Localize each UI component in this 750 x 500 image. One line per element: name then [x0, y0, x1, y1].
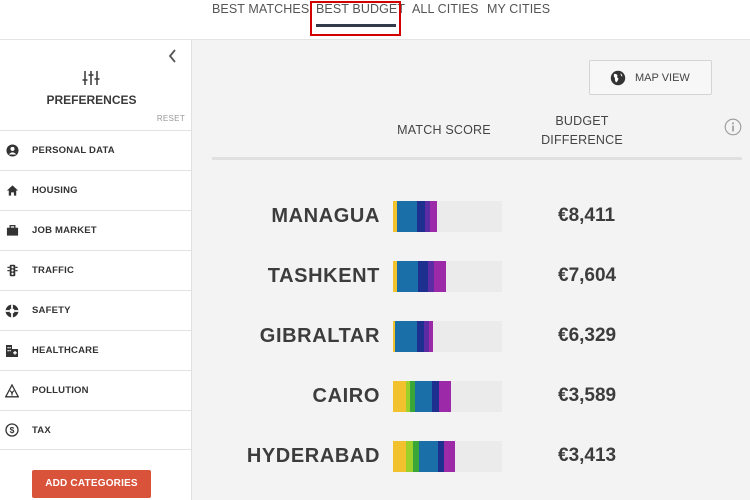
score-segment [438, 381, 451, 412]
budget-difference-value: €3,413 [558, 445, 617, 466]
budget-header-line2: DIFFERENCE [541, 133, 623, 147]
preferences-title: PREFERENCES [46, 93, 137, 107]
budget-difference-value: €7,604 [558, 265, 617, 286]
match-score-bar [393, 441, 502, 472]
city-row[interactable]: TASHKENT €7,604 [212, 261, 742, 301]
tab-my-cities[interactable]: MY CITIES [487, 0, 550, 38]
sidebar-item-label: SAFETY [32, 305, 71, 316]
active-tab-indicator [316, 24, 396, 27]
score-segment [428, 321, 434, 352]
budget-difference-header: BUDGET DIFFERENCE [527, 112, 637, 150]
match-score-header: MATCH SCORE [397, 123, 491, 137]
match-score-bar [393, 321, 502, 352]
city-row[interactable]: GIBRALTAR €6,329 [212, 321, 742, 361]
preferences-sidebar: PREFERENCES RESET PERSONAL DATA HOUSING … [0, 40, 192, 500]
briefcase-icon [6, 225, 18, 236]
sidebar-item-safety[interactable]: SAFETY [0, 290, 191, 330]
city-name[interactable]: MANAGUA [271, 205, 380, 228]
tab-best-matches[interactable]: BEST MATCHES [212, 0, 309, 38]
sidebar-item-label: TAX [32, 424, 51, 436]
budget-difference-value: €3,589 [558, 385, 617, 406]
sidebar-item-label: JOB MARKET [32, 225, 97, 236]
score-segment [393, 381, 407, 412]
sidebar-item-job-market[interactable]: JOB MARKET [0, 210, 191, 250]
chevron-left-icon[interactable] [165, 48, 181, 64]
score-segment [414, 381, 433, 412]
hazard-icon [5, 383, 19, 397]
score-segment [416, 321, 424, 352]
dollar-coin-icon: $ [5, 423, 19, 437]
map-view-button[interactable]: MAP VIEW [589, 60, 712, 95]
budget-header-line1: BUDGET [555, 114, 609, 128]
map-view-label: MAP VIEW [635, 72, 690, 84]
sidebar-item-traffic[interactable]: TRAFFIC [0, 250, 191, 290]
add-categories-button[interactable]: ADD CATEGORIES [32, 470, 151, 498]
score-segment [412, 441, 420, 472]
sidebar-item-label: TRAFFIC [32, 265, 75, 276]
score-segment [416, 201, 425, 232]
person-icon [5, 144, 19, 157]
score-segment [430, 201, 437, 232]
sidebar-item-label: POLLUTION [32, 385, 89, 396]
city-row[interactable]: HYDERABAD €3,413 [212, 441, 742, 481]
tab-best-budget[interactable]: BEST BUDGET [316, 0, 405, 38]
score-segment [434, 261, 447, 292]
top-tab-bar: BEST MATCHES BEST BUDGET ALL CITIES MY C… [0, 0, 750, 40]
city-name[interactable]: CAIRO [313, 385, 380, 408]
tab-label: MY CITIES [487, 2, 551, 16]
sidebar-item-housing[interactable]: HOUSING [0, 170, 191, 210]
score-segment [419, 441, 438, 472]
tab-label: BEST MATCHES [212, 2, 310, 16]
house-icon [6, 185, 18, 196]
svg-text:$: $ [10, 425, 15, 435]
reset-link[interactable]: RESET [157, 114, 185, 123]
sidebar-item-pollution[interactable]: POLLUTION [0, 370, 191, 410]
header-divider [212, 157, 742, 160]
lifebuoy-icon [5, 304, 19, 317]
city-name[interactable]: GIBRALTAR [260, 325, 380, 348]
sidebar-item-label: HEALTHCARE [32, 345, 99, 356]
sidebar-item-label: HOUSING [32, 185, 78, 196]
city-name[interactable]: TASHKENT [268, 265, 380, 288]
budget-difference-value: €6,329 [558, 325, 617, 346]
globe-icon [610, 70, 626, 86]
match-score-bar [393, 261, 502, 292]
hospital-icon [6, 344, 18, 357]
tab-label: BEST BUDGET [316, 2, 406, 16]
score-segment [393, 441, 407, 472]
tab-label: ALL CITIES [412, 2, 479, 16]
sidebar-item-personal-data[interactable]: PERSONAL DATA [0, 130, 191, 170]
score-segment [397, 201, 417, 232]
match-score-bar [393, 201, 502, 232]
sidebar-item-label: PERSONAL DATA [32, 145, 115, 156]
sliders-icon [82, 71, 100, 85]
score-segment [397, 261, 419, 292]
match-score-bar [393, 381, 502, 412]
city-row[interactable]: MANAGUA €8,411 [212, 201, 742, 241]
score-segment [395, 321, 417, 352]
sidebar-item-tax[interactable]: $ TAX [0, 410, 191, 450]
score-segment [444, 441, 456, 472]
budget-difference-value: €8,411 [558, 205, 616, 226]
city-row[interactable]: CAIRO €3,589 [212, 381, 742, 421]
sidebar-item-healthcare[interactable]: HEALTHCARE [0, 330, 191, 370]
score-segment [418, 261, 428, 292]
city-name[interactable]: HYDERABAD [247, 445, 380, 468]
info-icon[interactable] [724, 118, 742, 136]
tab-all-cities[interactable]: ALL CITIES [412, 0, 479, 38]
category-menu: PERSONAL DATA HOUSING JOB MARKET TRAFFIC… [0, 130, 191, 450]
traffic-light-icon [6, 264, 18, 277]
